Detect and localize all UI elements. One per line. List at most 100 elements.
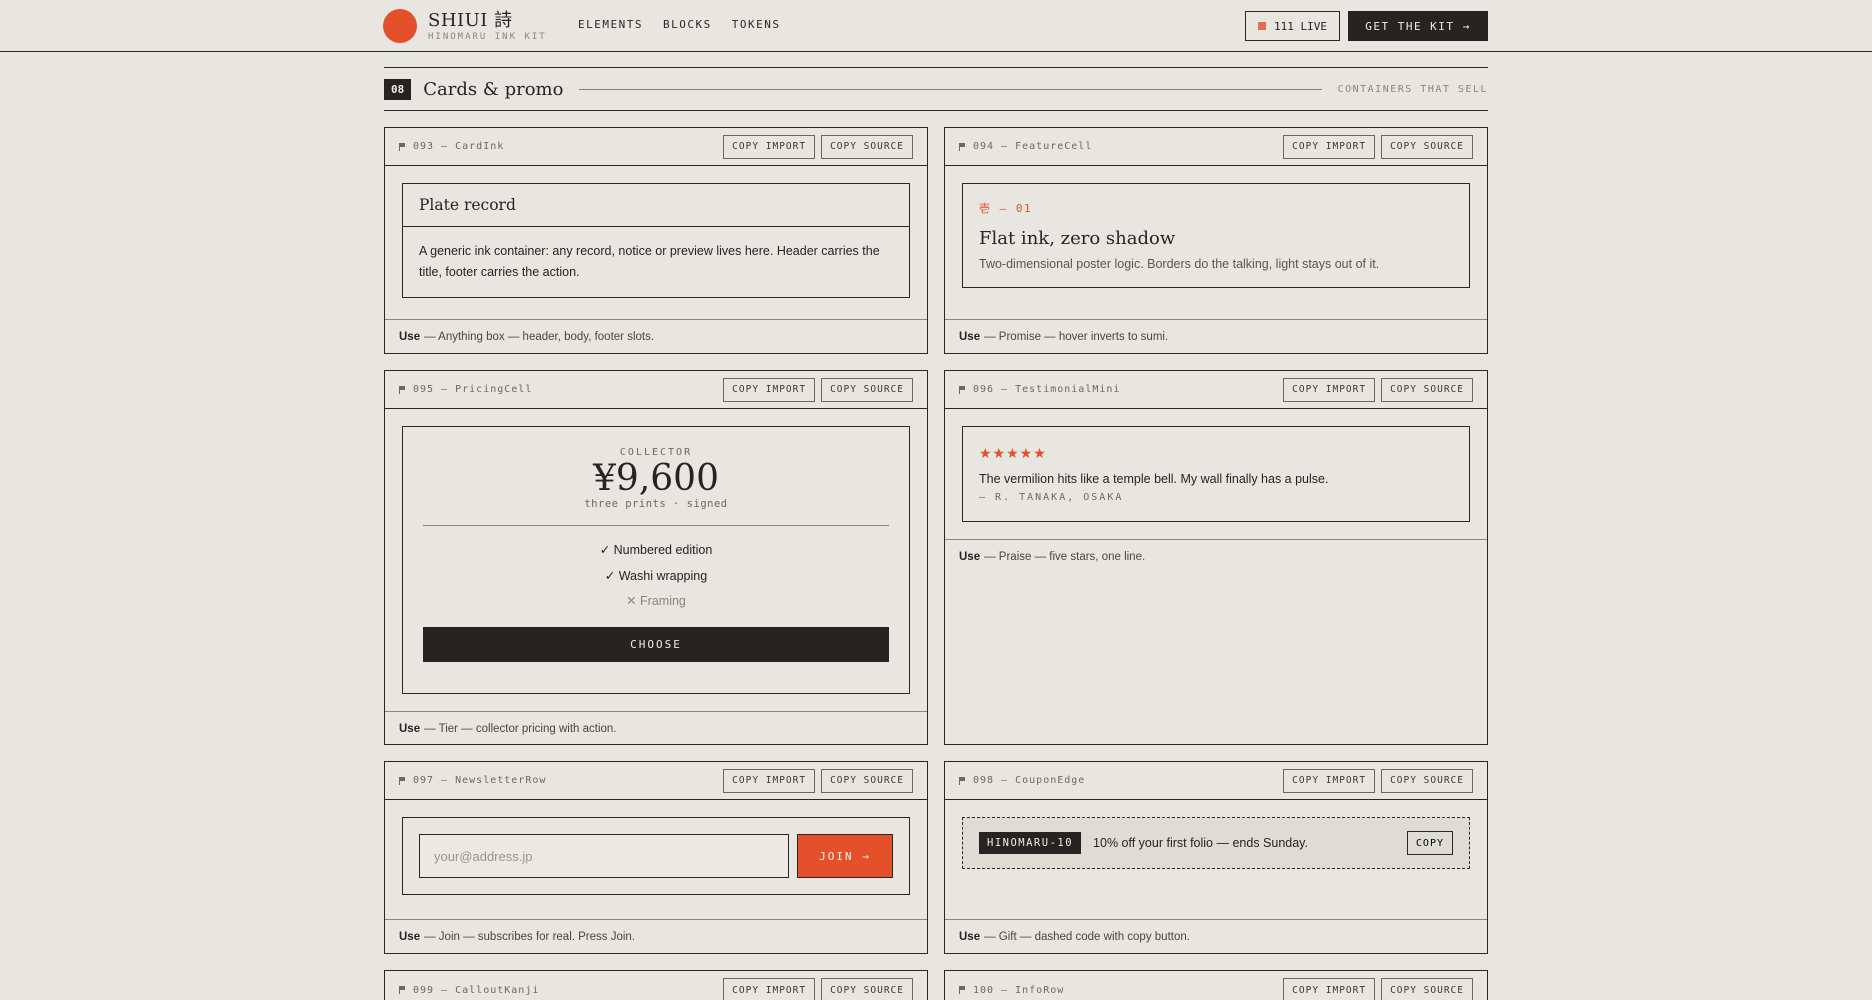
card-id: 097 — NewsletterRow — [413, 775, 547, 786]
flag-icon — [399, 986, 406, 994]
copy-source-button[interactable]: COPY SOURCE — [1381, 134, 1473, 159]
brand-name: SHIUI 詩 — [428, 9, 513, 31]
ink-container-body: A generic ink container: any record, not… — [419, 244, 880, 279]
copy-import-button[interactable]: COPY IMPORT — [1283, 377, 1376, 402]
feature-cell[interactable]: 壱 — 01 Flat ink, zero shadow Two-dimensi… — [962, 183, 1470, 288]
flag-icon — [959, 385, 966, 394]
pricing-divider — [423, 525, 889, 526]
coupon: HINOMARU-10 10% off your first folio — e… — [962, 817, 1470, 869]
flag-icon — [959, 142, 966, 151]
card-header: 097 — NewsletterRow COPY IMPORT COPY SOU… — [385, 762, 927, 800]
live-count-badge[interactable]: 111 LIVE — [1245, 11, 1340, 41]
card-096-testimonialmini: 096 — TestimonialMini COPY IMPORT COPY S… — [944, 370, 1488, 745]
copy-import-button[interactable]: COPY IMPORT — [723, 134, 816, 159]
nav-elements[interactable]: ELEMENTS — [578, 18, 643, 31]
card-header: 094 — FeatureCell COPY IMPORT COPY SOURC… — [945, 128, 1487, 166]
nav-blocks[interactable]: BLOCKS — [663, 18, 712, 31]
testimonial-quote: The vermilion hits like a temple bell. M… — [979, 472, 1329, 486]
brand-subtitle: HINOMARU INK KIT — [428, 31, 547, 42]
copy-source-button[interactable]: COPY SOURCE — [1381, 377, 1473, 402]
feature-title: Flat ink, zero shadow — [979, 228, 1176, 249]
use-text: — Praise — five stars, one line. — [984, 550, 1146, 563]
star-rating-icon: ★★★★★ — [979, 445, 1047, 461]
copy-import-button[interactable]: COPY IMPORT — [723, 978, 816, 1000]
card-header: 099 — CalloutKanji COPY IMPORT COPY SOUR… — [385, 971, 927, 1000]
card-usage-note: Use — Anything box — header, body, footer… — [385, 319, 927, 353]
flag-icon — [399, 385, 406, 394]
flag-icon — [959, 986, 966, 994]
card-099-calloutkanji: 099 — CalloutKanji COPY IMPORT COPY SOUR… — [384, 970, 928, 1000]
card-usage-note: Use — Join — subscribes for real. Press J… — [385, 919, 927, 953]
flag-icon — [399, 776, 406, 785]
top-bar: SHIUI 詩 HINOMARU INK KIT ELEMENTS BLOCKS… — [0, 0, 1872, 52]
copy-source-button[interactable]: COPY SOURCE — [821, 134, 913, 159]
card-preview: HINOMARU-10 10% off your first folio — e… — [945, 800, 1487, 919]
use-text: — Anything box — header, body, footer sl… — [424, 330, 655, 343]
card-id: 098 — CouponEdge — [973, 775, 1086, 786]
use-text: — Promise — hover inverts to sumi. — [984, 330, 1169, 343]
join-button[interactable]: JOIN → — [797, 834, 893, 878]
use-label: Use — [399, 722, 421, 735]
card-usage-note: Use — Tier — collector pricing with actio… — [385, 711, 927, 745]
card-usage-note: Use — Praise — five stars, one line. — [945, 539, 1487, 573]
use-label: Use — [959, 930, 981, 943]
flag-icon — [399, 142, 406, 151]
card-097-newsletterrow: 097 — NewsletterRow COPY IMPORT COPY SOU… — [384, 761, 928, 954]
choose-button[interactable]: CHOOSE — [423, 626, 889, 662]
use-text: — Join — subscribes for real. Press Join… — [424, 930, 636, 943]
copy-source-button[interactable]: COPY SOURCE — [821, 978, 913, 1000]
copy-source-button[interactable]: COPY SOURCE — [821, 377, 913, 402]
copy-import-button[interactable]: COPY IMPORT — [1283, 978, 1376, 1000]
card-093-cardink: 093 — CardInk COPY IMPORT COPY SOURCE Pl… — [384, 127, 928, 354]
card-usage-note: Use — Promise — hover inverts to sumi. — [945, 319, 1487, 353]
card-094-featurecell: 094 — FeatureCell COPY IMPORT COPY SOURC… — [944, 127, 1488, 354]
coupon-code: HINOMARU-10 — [979, 832, 1082, 854]
card-header: 096 — TestimonialMini COPY IMPORT COPY S… — [945, 371, 1487, 409]
hinomaru-logo-icon — [383, 9, 417, 43]
live-indicator-icon — [1258, 22, 1266, 30]
use-label: Use — [959, 330, 981, 343]
ink-container-title: Plate record — [403, 184, 909, 227]
use-text: — Gift — dashed code with copy button. — [984, 930, 1190, 943]
copy-import-button[interactable]: COPY IMPORT — [723, 768, 816, 793]
card-preview: JOIN → — [385, 800, 927, 919]
pricing-subtitle: three prints · signed — [584, 498, 728, 510]
brand[interactable]: SHIUI 詩 HINOMARU INK KIT — [383, 9, 547, 43]
section-header: 08 Cards & promo CONTAINERS THAT SELL — [384, 67, 1488, 111]
card-preview: 壱 — 01 Flat ink, zero shadow Two-dimensi… — [945, 166, 1487, 319]
card-preview: Plate record A generic ink container: an… — [385, 166, 927, 319]
card-095-pricingcell: 095 — PricingCell COPY IMPORT COPY SOURC… — [384, 370, 928, 745]
section-tagline: CONTAINERS THAT SELL — [1337, 83, 1488, 95]
card-header: 093 — CardInk COPY IMPORT COPY SOURCE — [385, 128, 927, 166]
card-header: 100 — InfoRow COPY IMPORT COPY SOURCE — [945, 971, 1487, 1000]
pricing-price: ¥9,600 — [593, 458, 719, 499]
copy-source-button[interactable]: COPY SOURCE — [821, 768, 913, 793]
card-098-couponedge: 098 — CouponEdge COPY IMPORT COPY SOURCE… — [944, 761, 1488, 954]
copy-import-button[interactable]: COPY IMPORT — [723, 377, 816, 402]
pricing-tier: COLLECTOR — [619, 447, 693, 458]
use-label: Use — [399, 330, 421, 343]
card-header: 095 — PricingCell COPY IMPORT COPY SOURC… — [385, 371, 927, 409]
nav-tokens[interactable]: TOKENS — [732, 18, 781, 31]
copy-import-button[interactable]: COPY IMPORT — [1283, 134, 1376, 159]
copy-coupon-button[interactable]: COPY — [1406, 831, 1453, 855]
get-the-kit-button[interactable]: GET THE KIT → — [1348, 11, 1488, 41]
card-usage-note: Use — Gift — dashed code with copy button… — [945, 919, 1487, 953]
card-id: 096 — TestimonialMini — [973, 384, 1121, 395]
copy-source-button[interactable]: COPY SOURCE — [1381, 768, 1473, 793]
copy-import-button[interactable]: COPY IMPORT — [1283, 768, 1376, 793]
card-id: 094 — FeatureCell — [973, 141, 1093, 152]
feature-kicker: 壱 — 01 — [979, 202, 1033, 215]
section-title: Cards & promo — [423, 78, 564, 100]
card-header: 098 — CouponEdge COPY IMPORT COPY SOURCE — [945, 762, 1487, 800]
ink-container: Plate record A generic ink container: an… — [402, 183, 910, 298]
section-divider — [579, 88, 1322, 90]
card-preview: ★★★★★ The vermilion hits like a temple b… — [945, 409, 1487, 539]
use-text: — Tier — collector pricing with action. — [424, 722, 617, 735]
card-100-inforow: 100 — InfoRow COPY IMPORT COPY SOURCE — [944, 970, 1488, 1000]
coupon-text: 10% off your first folio — ends Sunday. — [1093, 836, 1308, 850]
use-label: Use — [959, 550, 981, 563]
email-input[interactable] — [419, 834, 789, 878]
pricing-cell: COLLECTOR ¥9,600 three prints · signed ✓… — [402, 426, 910, 694]
copy-source-button[interactable]: COPY SOURCE — [1381, 978, 1473, 1000]
